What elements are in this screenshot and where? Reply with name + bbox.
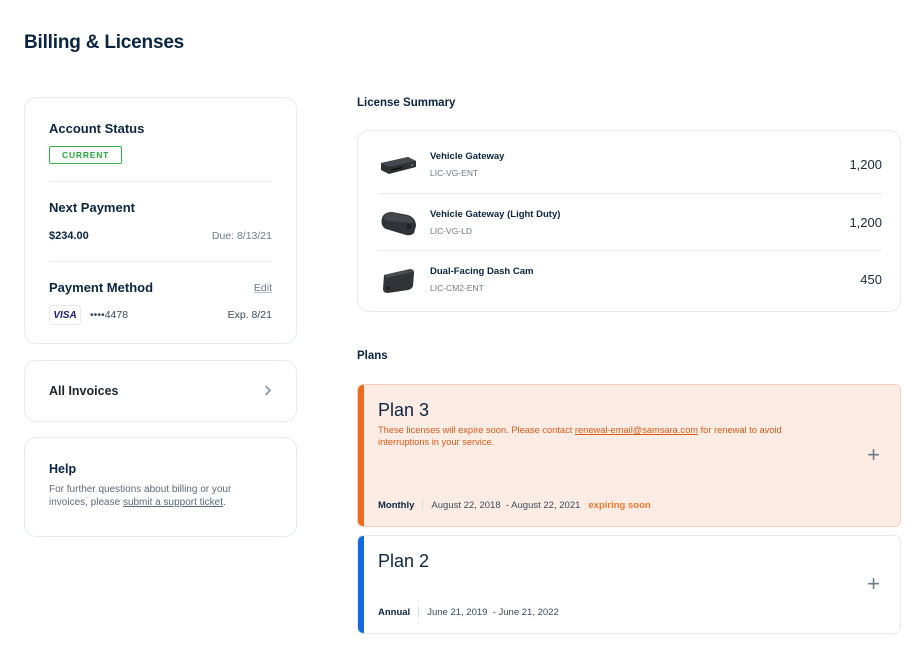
renewal-email-link[interactable]: renewal-email@samsara.com xyxy=(575,425,698,435)
vehicle-gateway-device-icon xyxy=(378,152,418,178)
help-card: Help For further questions about billing… xyxy=(24,437,297,537)
license-count: 1,200 xyxy=(849,157,882,172)
license-row: Dual-Facing Dash Cam LIC-CM2-ENT 450 xyxy=(378,251,882,308)
license-name: Vehicle Gateway (Light Duty) xyxy=(430,209,561,220)
dash-cam-device-icon xyxy=(378,267,418,293)
plan-warning: These licenses will expire soon. Please … xyxy=(378,425,818,448)
visa-icon: VISA xyxy=(49,305,81,325)
chevron-right-icon xyxy=(264,383,272,399)
help-text-end: . xyxy=(222,496,226,508)
payment-amount: $234.00 xyxy=(49,230,89,242)
plan-type: Annual xyxy=(378,606,411,618)
all-invoices-label: All Invoices xyxy=(49,384,119,398)
payment-method-title: Payment Method xyxy=(49,280,154,295)
card-expiry: Exp. 8/21 xyxy=(227,309,272,321)
account-card: Account Status CURRENT Next Payment $234… xyxy=(24,97,297,344)
card-number: ••••4478 xyxy=(90,309,129,321)
license-row: Vehicle Gateway LIC-VG-ENT 1,200 xyxy=(378,136,882,193)
edit-payment-link[interactable]: Edit xyxy=(254,282,272,294)
license-sku: LIC-VG-ENT xyxy=(430,168,479,178)
plan-end-date: - August 22, 2021 xyxy=(505,499,581,511)
payment-due-date: Due: 8/13/21 xyxy=(211,230,272,242)
support-ticket-link[interactable]: submit a support ticket xyxy=(123,497,223,508)
license-name: Vehicle Gateway xyxy=(430,151,505,162)
account-status-title: Account Status xyxy=(49,121,145,136)
plan-type: Monthly xyxy=(378,499,415,511)
all-invoices-button[interactable]: All Invoices xyxy=(24,360,297,422)
plan-start-date: August 22, 2018 xyxy=(431,499,501,511)
warning-text: These licenses will expire soon. Please … xyxy=(378,425,575,435)
next-payment-row: $234.00 Due: 8/13/21 xyxy=(49,230,272,242)
help-text: For further questions about billing or y… xyxy=(49,484,272,509)
license-name: Dual-Facing Dash Cam xyxy=(430,266,534,277)
plans-heading: Plans xyxy=(357,350,388,362)
page-title: Billing & Licenses xyxy=(24,32,185,53)
separator xyxy=(418,606,420,618)
license-count: 450 xyxy=(860,272,882,287)
plan-end-date: - June 21, 2022 xyxy=(492,606,559,618)
help-title: Help xyxy=(49,462,77,476)
license-summary-heading: License Summary xyxy=(357,97,456,109)
expand-plus-icon[interactable]: + xyxy=(867,444,880,466)
license-count: 1,200 xyxy=(849,215,882,230)
plan-meta: Annual June 21, 2019 - June 21, 2022 xyxy=(378,606,559,618)
plan-accent-bar xyxy=(358,385,364,526)
payment-card-row: VISA ••••4478 Exp. 8/21 xyxy=(49,305,272,325)
plan-start-date: June 21, 2019 xyxy=(427,606,488,618)
divider xyxy=(49,261,272,262)
license-sku: LIC-CM2-ENT xyxy=(430,283,484,293)
separator xyxy=(422,499,424,511)
next-payment-title: Next Payment xyxy=(49,200,135,215)
payment-method-header: Payment Method Edit xyxy=(49,280,272,295)
divider xyxy=(49,181,272,182)
vehicle-gateway-light-duty-device-icon xyxy=(378,210,418,236)
plan-name: Plan 2 xyxy=(378,551,430,571)
expand-plus-icon[interactable]: + xyxy=(867,573,880,595)
plan-meta: Monthly August 22, 2018 - August 22, 202… xyxy=(378,499,651,511)
plan-card[interactable]: Plan 3 These licenses will expire soon. … xyxy=(357,384,901,527)
plan-name: Plan 3 xyxy=(378,400,430,420)
plan-accent-bar xyxy=(358,536,364,633)
status-badge: CURRENT xyxy=(49,146,123,164)
license-sku: LIC-VG-LD xyxy=(430,226,473,236)
plan-card[interactable]: Plan 2 + Annual June 21, 2019 - June 21,… xyxy=(357,535,901,634)
plan-status: expiring soon xyxy=(588,499,651,511)
license-row: Vehicle Gateway (Light Duty) LIC-VG-LD 1… xyxy=(378,194,882,251)
license-summary-card: Vehicle Gateway LIC-VG-ENT 1,200 Vehicle… xyxy=(357,130,901,312)
